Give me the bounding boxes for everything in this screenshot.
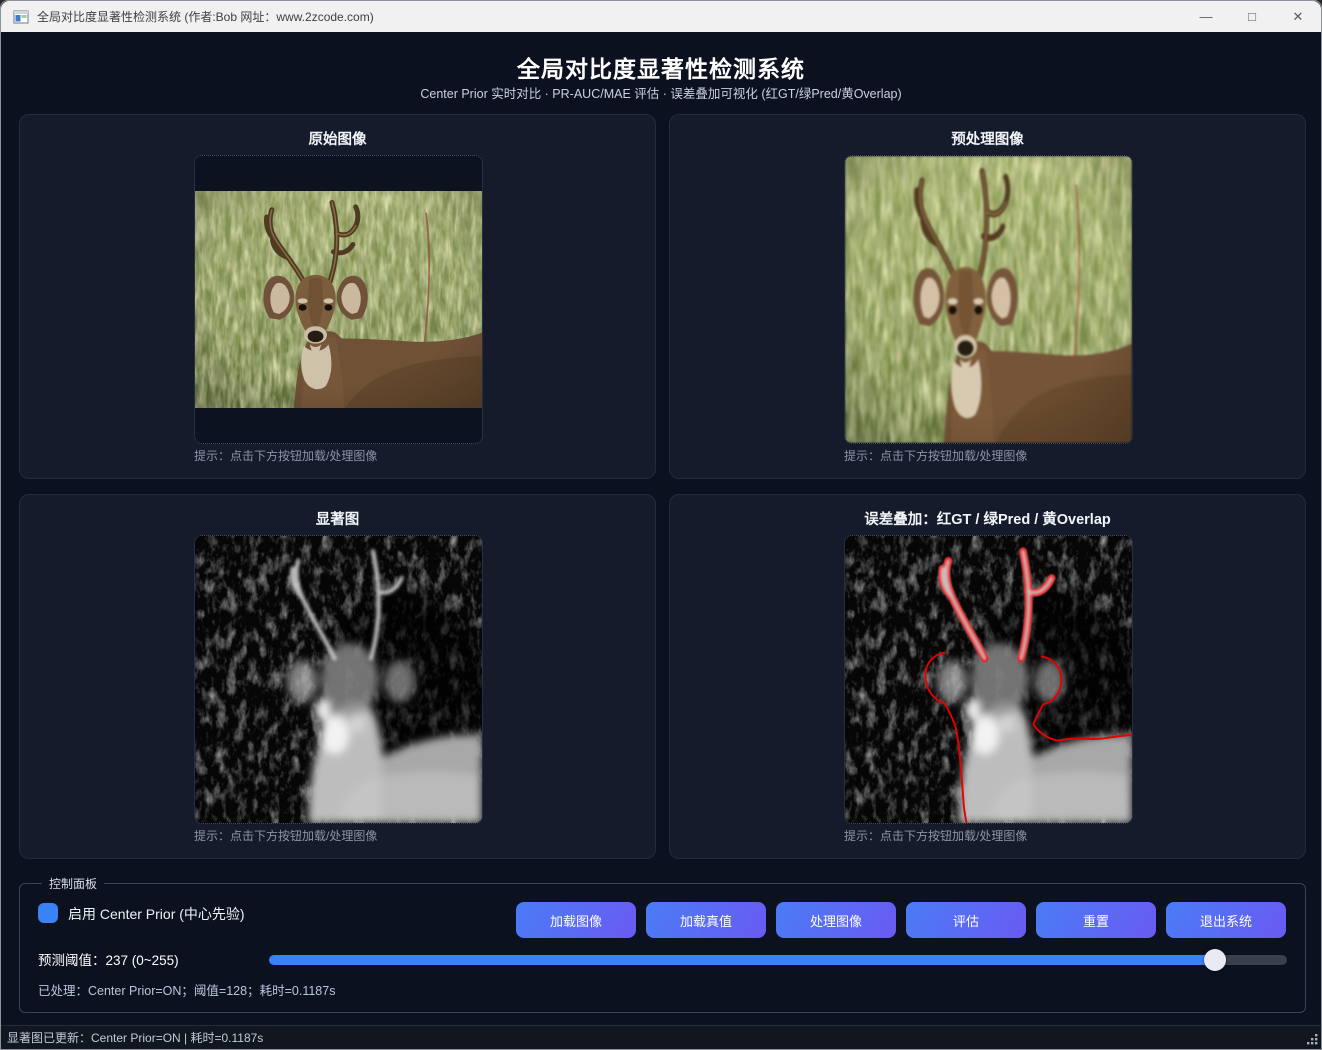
center-prior-checkbox-label: 启用 Center Prior (中心先验) bbox=[68, 906, 245, 922]
control-panel-label: 控制面板 bbox=[42, 875, 105, 892]
maximize-icon: □ bbox=[1248, 9, 1256, 24]
threshold-slider[interactable] bbox=[269, 949, 1287, 971]
process-image-button[interactable]: 处理图像 bbox=[776, 902, 896, 938]
error-overlay-image bbox=[845, 536, 1132, 823]
page-subtitle: Center Prior 实时对比 · PR-AUC/MAE 评估 · 误差叠加… bbox=[420, 87, 902, 101]
panel-hint: 提示：点击下方按钮加载/处理图像 bbox=[194, 449, 378, 463]
panel-saliency-map: 显著图 提示：点击下方按钮加载/处理图像 bbox=[19, 494, 656, 859]
process-status: 已处理：Center Prior=ON；阈值=128；耗时=0.1187s bbox=[38, 984, 336, 998]
maximize-button[interactable]: □ bbox=[1229, 1, 1275, 32]
slider-fill bbox=[269, 955, 1216, 965]
status-bar-text: 显著图已更新：Center Prior=ON | 耗时=0.1187s bbox=[7, 1031, 264, 1045]
app-window: 全局对比度显著性检测系统 (作者:Bob 网址：www.2zcode.com) … bbox=[0, 0, 1322, 1050]
title-bar: 全局对比度显著性检测系统 (作者:Bob 网址：www.2zcode.com) … bbox=[1, 1, 1321, 32]
window-title: 全局对比度显著性检测系统 (作者:Bob 网址：www.2zcode.com) bbox=[37, 10, 374, 24]
slider-handle[interactable] bbox=[1204, 949, 1227, 971]
original-image-canvas bbox=[194, 155, 483, 444]
saliency-map-image bbox=[195, 536, 482, 823]
exit-button[interactable]: 退出系统 bbox=[1166, 902, 1286, 938]
close-button[interactable]: ✕ bbox=[1275, 1, 1321, 32]
close-icon: ✕ bbox=[1292, 9, 1304, 24]
load-image-button[interactable]: 加载图像 bbox=[516, 902, 636, 938]
control-panel: 控制面板 启用 Center Prior (中心先验) 加载图像 加载真值 处理… bbox=[19, 875, 1306, 1013]
main-content: 全局对比度显著性检测系统 Center Prior 实时对比 · PR-AUC/… bbox=[1, 32, 1321, 1025]
minimize-button[interactable]: — bbox=[1183, 1, 1229, 32]
panel-hint: 提示：点击下方按钮加载/处理图像 bbox=[844, 449, 1028, 463]
original-image bbox=[195, 191, 482, 408]
error-overlay-canvas bbox=[844, 535, 1133, 824]
panel-original-image: 原始图像 提示：点击下方按钮加载/处理图像 bbox=[19, 114, 656, 479]
panel-title: 误差叠加：红GT / 绿Pred / 黄Overlap bbox=[864, 512, 1111, 528]
status-bar: 显著图已更新：Center Prior=ON | 耗时=0.1187s bbox=[1, 1025, 1321, 1049]
button-row: 加载图像 加载真值 处理图像 评估 重置 退出系统 bbox=[516, 902, 1286, 938]
window-controls: — □ ✕ bbox=[1183, 1, 1321, 32]
saliency-map-canvas bbox=[194, 535, 483, 824]
panel-preprocessed-image: 预处理图像 提示：点击下方按钮加载/处理图像 bbox=[669, 114, 1306, 479]
center-prior-checkbox[interactable] bbox=[38, 903, 58, 923]
panel-title: 原始图像 bbox=[308, 132, 367, 148]
threshold-slider-label: 预测阈值：237 (0~255) bbox=[38, 953, 179, 968]
minimize-icon: — bbox=[1199, 9, 1213, 24]
panel-hint: 提示：点击下方按钮加载/处理图像 bbox=[844, 829, 1028, 843]
load-groundtruth-button[interactable]: 加载真值 bbox=[646, 902, 766, 938]
panel-hint: 提示：点击下方按钮加载/处理图像 bbox=[194, 829, 378, 843]
preprocessed-image-canvas bbox=[844, 155, 1133, 444]
reset-button[interactable]: 重置 bbox=[1036, 902, 1156, 938]
page-title: 全局对比度显著性检测系统 bbox=[517, 56, 805, 82]
panel-title: 预处理图像 bbox=[951, 132, 1024, 148]
panel-error-overlay: 误差叠加：红GT / 绿Pred / 黄Overlap 提示：点击下方按钮加载/… bbox=[669, 494, 1306, 859]
evaluate-button[interactable]: 评估 bbox=[906, 902, 1026, 938]
preprocessed-image bbox=[845, 156, 1132, 443]
resize-grip-icon[interactable] bbox=[1305, 1032, 1319, 1049]
panel-title: 显著图 bbox=[315, 512, 360, 528]
app-icon bbox=[13, 9, 29, 25]
